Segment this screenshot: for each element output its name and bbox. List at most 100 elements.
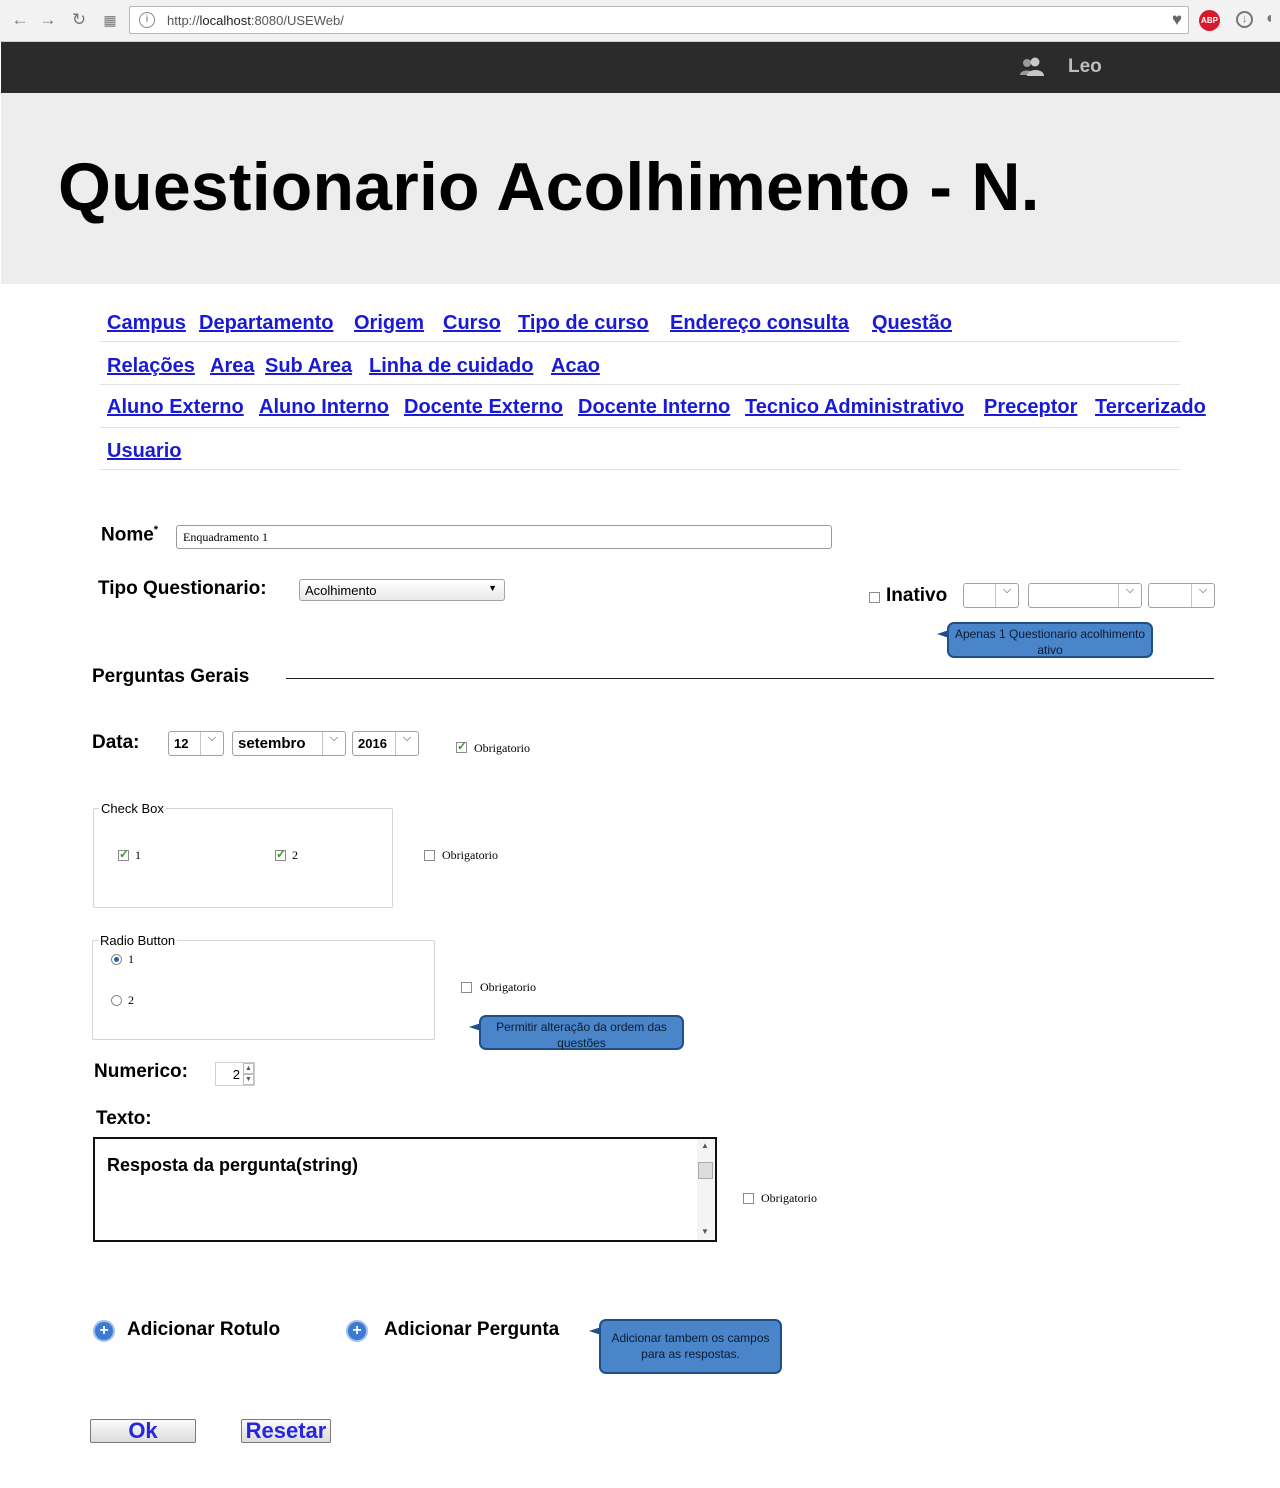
inativo-label: Inativo	[886, 585, 948, 606]
bookmark-heart-icon[interactable]: ♥	[1172, 10, 1182, 30]
nav-link-tecnico-administrativo[interactable]: Tecnico Administrativo	[745, 396, 964, 419]
nav-link-relacoes[interactable]: Relações	[107, 355, 195, 378]
radio-obrigatorio-label: Obrigatorio	[480, 980, 536, 994]
scroll-thumb[interactable]	[698, 1162, 713, 1179]
checkbox-option-1[interactable]	[118, 847, 129, 861]
reset-button[interactable]: Resetar	[241, 1419, 331, 1443]
inativo-tooltip: Apenas 1 Questionario acolhimento ativo	[937, 622, 1153, 658]
checkbox-obrigatorio-checkbox[interactable]	[424, 850, 435, 861]
radio-option-2-label: 2	[128, 993, 134, 1007]
apps-grid-icon[interactable]: ▦	[100, 10, 120, 30]
radio-option-2[interactable]	[111, 995, 122, 1006]
radio-fieldset	[92, 940, 435, 1040]
url-text: http://localhost:8080/USEWeb/	[167, 13, 344, 28]
back-icon[interactable]: ←	[10, 10, 30, 30]
add-pergunta-icon[interactable]: +	[346, 1320, 368, 1342]
nav-link-docente-externo[interactable]: Docente Externo	[404, 396, 563, 419]
numerico-label: Numerico:	[94, 1061, 188, 1082]
spinner-up-icon[interactable]: ▲	[243, 1063, 254, 1074]
spinner-down-icon[interactable]: ▼	[243, 1074, 254, 1085]
section-divider	[286, 678, 1214, 679]
radio-legend: Radio Button	[98, 933, 178, 948]
chevron-down-icon: ⌵	[1118, 584, 1141, 607]
texto-label: Texto:	[96, 1108, 152, 1129]
username[interactable]: Leo	[1068, 56, 1102, 78]
order-tooltip: Permitir alteração da ordem das questões	[469, 1015, 684, 1050]
nav-link-acao[interactable]: Acao	[551, 355, 600, 378]
checkbox-legend: Check Box	[99, 801, 166, 816]
nav-divider	[100, 427, 1180, 428]
users-icon[interactable]	[1018, 54, 1046, 82]
checkbox-option-2[interactable]	[275, 847, 286, 861]
download-icon[interactable]: ↓	[1236, 11, 1253, 28]
nav-link-tipo-de-curso[interactable]: Tipo de curso	[518, 312, 649, 335]
texto-obrigatorio-label: Obrigatorio	[761, 1191, 817, 1205]
nav-link-docente-interno[interactable]: Docente Interno	[578, 396, 730, 419]
texto-textarea[interactable]: Resposta da pergunta(string) ▲ ▼	[93, 1137, 717, 1242]
nav-link-endereco-consulta[interactable]: Endereço consulta	[670, 312, 849, 335]
add-rotulo-icon[interactable]: +	[93, 1320, 115, 1342]
textarea-scrollbar[interactable]: ▲ ▼	[697, 1139, 715, 1240]
tipo-questionario-select[interactable]: Acolhimento ▼	[299, 579, 505, 601]
texto-obrigatorio-checkbox[interactable]	[743, 1193, 754, 1204]
nav-link-questao[interactable]: Questão	[872, 312, 952, 335]
nav-link-campus[interactable]: Campus	[107, 312, 186, 335]
inativo-year-select[interactable]: ⌵	[1148, 583, 1215, 608]
radio-obrigatorio-checkbox[interactable]	[461, 982, 472, 993]
required-mark: *	[153, 524, 159, 536]
data-obrigatorio-label: Obrigatorio	[474, 741, 530, 755]
chevron-down-icon: ⌵	[395, 732, 418, 755]
dropdown-arrow-icon: ▼	[488, 583, 497, 593]
radio-option-1-label: 1	[128, 952, 134, 966]
forward-icon[interactable]: →	[38, 10, 58, 30]
nav-link-preceptor[interactable]: Preceptor	[984, 396, 1077, 419]
info-icon[interactable]: i	[139, 12, 155, 28]
nome-label: Nome*	[101, 524, 159, 546]
nav-link-aluno-interno[interactable]: Aluno Interno	[259, 396, 389, 419]
nav-link-origem[interactable]: Origem	[354, 312, 424, 335]
chevron-down-icon: ⌵	[1191, 584, 1214, 607]
nav-divider	[100, 341, 1180, 342]
chevron-down-icon: ⌵	[995, 584, 1018, 607]
texto-value: Resposta da pergunta(string)	[107, 1155, 359, 1175]
reload-icon[interactable]: ↻	[69, 10, 89, 30]
extension-icon[interactable]: ◐	[1266, 10, 1280, 30]
nav-link-linha-de-cuidado[interactable]: Linha de cuidado	[369, 355, 533, 378]
radio-option-1[interactable]	[111, 954, 122, 965]
add-pergunta-tooltip: Adicionar tambem os campos para as respo…	[589, 1319, 782, 1374]
nav-link-aluno-externo[interactable]: Aluno Externo	[107, 396, 244, 419]
nav-divider	[100, 469, 1180, 470]
scroll-up-icon[interactable]: ▲	[701, 1141, 709, 1150]
adblock-icon[interactable]: ABP	[1199, 10, 1220, 31]
nav-link-usuario[interactable]: Usuario	[107, 440, 181, 463]
nav-link-curso[interactable]: Curso	[443, 312, 501, 335]
checkbox-option-2-label: 2	[292, 848, 298, 862]
numerico-input[interactable]: 2 ▲ ▼	[215, 1062, 255, 1086]
checkbox-option-1-label: 1	[135, 848, 141, 862]
nome-input[interactable]: Enquadramento 1	[176, 525, 832, 549]
page-title: Questionario Acolhimento - N.	[58, 149, 1040, 225]
chevron-down-icon: ⌵	[200, 732, 223, 755]
data-day-select[interactable]: 12 ⌵	[168, 731, 224, 756]
inativo-month-select[interactable]: ⌵	[1028, 583, 1142, 608]
add-pergunta-button[interactable]: Adicionar Pergunta	[384, 1319, 559, 1341]
inativo-checkbox[interactable]	[869, 592, 880, 603]
nav-link-departamento[interactable]: Departamento	[199, 312, 333, 335]
address-bar[interactable]: i http://localhost:8080/USEWeb/ ♥	[129, 6, 1189, 34]
perguntas-gerais-heading: Perguntas Gerais	[92, 666, 250, 687]
nav-link-sub-area[interactable]: Sub Area	[265, 355, 352, 378]
tipo-questionario-label: Tipo Questionario:	[98, 578, 267, 599]
data-label: Data:	[92, 732, 140, 753]
data-month-select[interactable]: setembro ⌵	[232, 731, 346, 756]
scroll-down-icon[interactable]: ▼	[701, 1227, 709, 1236]
data-year-select[interactable]: 2016 ⌵	[352, 731, 419, 756]
nav-divider	[100, 384, 1180, 385]
nav-link-tercerizado[interactable]: Tercerizado	[1095, 396, 1206, 419]
add-rotulo-button[interactable]: Adicionar Rotulo	[127, 1319, 280, 1341]
ok-button[interactable]: Ok	[90, 1419, 196, 1443]
chevron-down-icon: ⌵	[322, 732, 345, 755]
inativo-day-select[interactable]: ⌵	[963, 583, 1019, 608]
nav-link-area[interactable]: Area	[210, 355, 254, 378]
data-obrigatorio-checkbox[interactable]	[456, 739, 467, 753]
checkbox-obrigatorio-label: Obrigatorio	[442, 848, 498, 862]
